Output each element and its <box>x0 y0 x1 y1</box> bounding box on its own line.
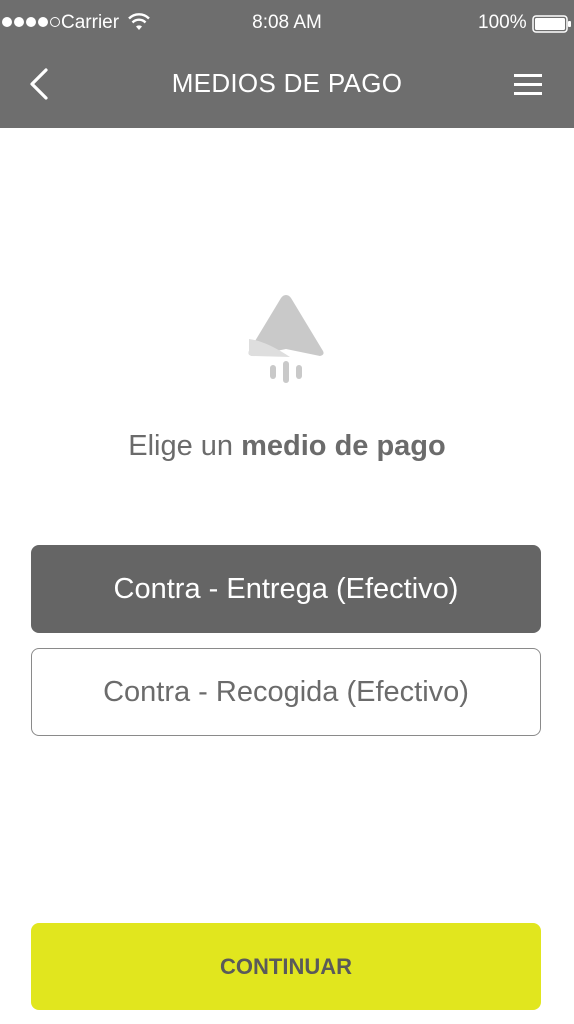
app-header: Carrier 8:08 AM 100% MEDIOS DE PAGO <box>0 0 574 128</box>
rocket-logo-icon <box>248 295 324 383</box>
battery-icon <box>532 15 571 33</box>
continue-button[interactable]: CONTINUAR <box>31 923 541 1010</box>
payment-option-contra-recogida[interactable]: Contra - Recogida (Efectivo) <box>31 648 541 736</box>
payment-option-label: Contra - Entrega (Efectivo) <box>113 572 459 605</box>
status-bar: Carrier 8:08 AM 100% <box>0 0 574 46</box>
prompt-text: Elige un <box>128 430 242 462</box>
payment-option-contra-entrega[interactable]: Contra - Entrega (Efectivo) <box>31 545 541 633</box>
payment-option-label: Contra - Recogida (Efectivo) <box>103 675 469 708</box>
payment-prompt: Elige un medio de pago <box>0 430 574 463</box>
battery-percentage: 100% <box>478 12 527 33</box>
menu-button[interactable] <box>510 70 546 100</box>
continue-button-label: CONTINUAR <box>220 953 352 979</box>
prompt-emphasis: medio de pago <box>241 430 446 462</box>
hamburger-menu-icon <box>514 74 542 95</box>
page-title: MEDIOS DE PAGO <box>171 68 403 98</box>
